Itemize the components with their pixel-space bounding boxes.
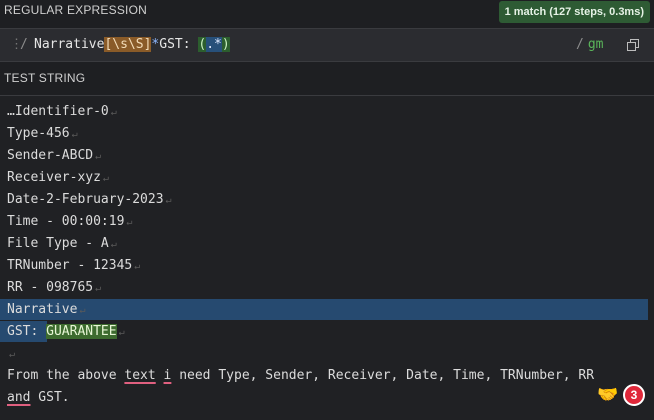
- pattern-char-class: [\s\S]: [104, 37, 152, 52]
- regex-delimiter-open: /: [20, 37, 28, 52]
- test-line: Time - 00:00:19 ↵: [7, 214, 133, 229]
- match-info-badge: 1 match (127 steps, 0.3ms): [498, 1, 650, 23]
- test-line-empty: ↵: [9, 349, 16, 360]
- regex-delimiter-close: /: [576, 37, 584, 52]
- test-line: Type-456 ↵: [7, 126, 78, 141]
- pattern-group-close: ): [221, 37, 230, 52]
- test-string-editor[interactable]: …Identifier-0 ↵ Type-456 ↵ Sender-ABCD ↵ Re…: [0, 95, 654, 420]
- regex-flags[interactable]: / gm: [576, 37, 603, 52]
- pattern-literal: Narrative: [34, 37, 105, 52]
- regex-pattern[interactable]: Narrative[\s\S]*GST: (.*): [34, 37, 230, 52]
- copy-icon[interactable]: [627, 39, 639, 51]
- test-line-paragraph-2: and GST.: [7, 390, 70, 405]
- notification-badge[interactable]: 3: [623, 384, 645, 406]
- test-line: …Identifier-0 ↵: [7, 104, 117, 119]
- test-line: Receiver-xyz ↵: [7, 170, 109, 185]
- regex-input-bar[interactable]: ⋮ / Narrative[\s\S]*GST: (.*) / gm: [0, 28, 654, 62]
- regex-flags-value: gm: [587, 37, 604, 52]
- test-line: File Type - A ↵: [7, 236, 117, 251]
- pattern-literal-2: GST:: [159, 37, 199, 52]
- match-highlight-row: [0, 299, 648, 320]
- gst-prefix: GST:: [7, 324, 47, 339]
- regex-section-label: REGULAR EXPRESSION: [4, 3, 147, 17]
- test-line-match: Narrative ↵: [7, 302, 86, 317]
- test-line: Sender-ABCD ↵: [7, 148, 102, 163]
- test-line-gst: GST: GUARANTEE ↵: [7, 324, 125, 339]
- test-line-paragraph: From the above text i need Type, Sender,…: [7, 368, 595, 383]
- group-match-value: GUARANTEE: [46, 324, 117, 339]
- test-line: TRNumber - 12345 ↵: [7, 258, 141, 273]
- spellcheck-word[interactable]: text: [124, 368, 155, 383]
- test-line: Date-2-February-2023 ↵: [7, 192, 172, 207]
- pattern-group-inner: .*: [206, 37, 222, 52]
- test-string-label: TEST STRING: [4, 71, 86, 85]
- handshake-icon[interactable]: 🤝: [597, 385, 618, 405]
- test-line: RR - 098765 ↵: [7, 280, 102, 295]
- spellcheck-word[interactable]: and: [7, 390, 30, 405]
